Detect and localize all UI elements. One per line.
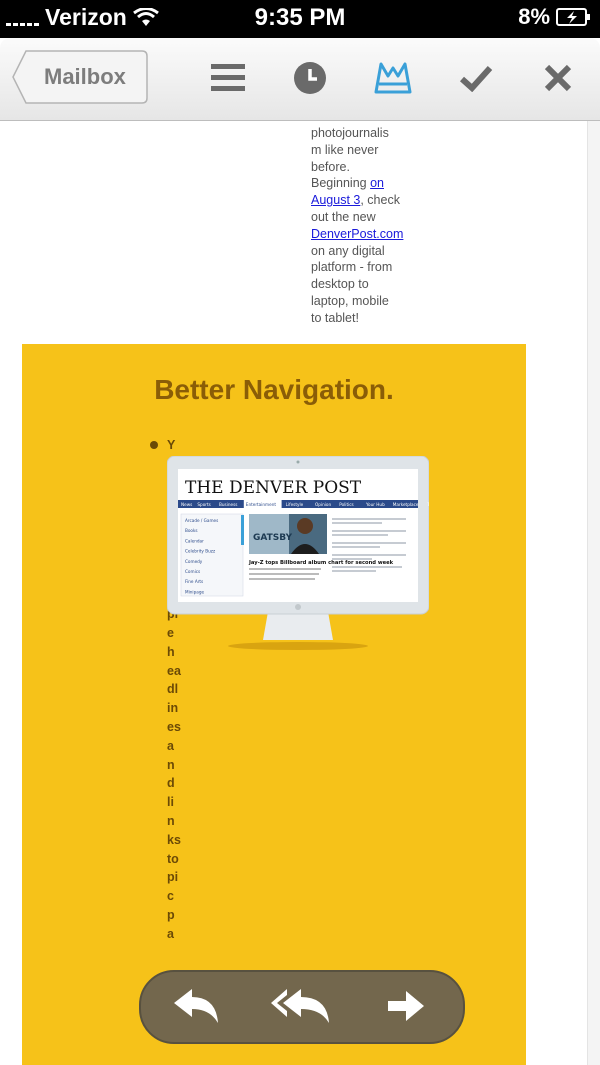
scroll-edge: [587, 121, 600, 1065]
reply-icon[interactable]: [161, 980, 231, 1032]
text-line: Beginning on: [311, 176, 384, 191]
monitor-nav-item: Entertainment: [246, 502, 277, 507]
message-actions-bar: [139, 970, 465, 1044]
mail-toolbar: Mailbox: [0, 38, 600, 121]
status-bar: Verizon 9:35 PM 8%: [0, 0, 600, 38]
monitor-sidebar-item: Fine Arts: [185, 579, 203, 584]
monitor-sidebar-item: Celebrity Buzz: [185, 549, 216, 554]
reply-all-icon[interactable]: [265, 980, 335, 1032]
date-link-cont[interactable]: August 3: [311, 193, 360, 207]
promo-text: photojournalis m like never before. Begi…: [311, 125, 407, 327]
site-link[interactable]: DenverPost.com: [311, 227, 403, 241]
bullet-dot: [150, 441, 158, 449]
text-line: DenverPost.com: [311, 226, 407, 243]
monitor-sidebar-item: Comics: [185, 569, 200, 574]
mailbox-tray-icon[interactable]: [371, 56, 415, 100]
monitor-nav-item: Business: [219, 502, 237, 507]
monitor-sidebar-item: Calendar: [185, 538, 204, 543]
battery: 8%: [518, 4, 592, 30]
text-line: m like never: [311, 142, 379, 157]
monitor-illustration: THE DENVER POST News Sports Business Entert…: [167, 456, 429, 650]
monitor-nav-item: Tr: [426, 502, 429, 507]
section-title: Better Navigation.: [154, 374, 394, 405]
email-body: photojournalis m like never before. Begi…: [10, 121, 600, 1065]
text-line: desktop to: [311, 277, 369, 292]
text-line: on any digital: [311, 243, 385, 258]
headline: Jay-Z tops Billboard album chart for sec…: [248, 560, 394, 566]
battery-charging-icon: [556, 8, 590, 26]
text-line: August 3, check: [311, 193, 400, 208]
clock-icon[interactable]: [288, 56, 332, 100]
monitor-sidebar-item: Minipage: [185, 589, 204, 594]
monitor-sidebar-item: Arcade / Games: [185, 518, 218, 523]
monitor-nav-item: Marketplace: [393, 502, 419, 507]
date-link[interactable]: on: [370, 176, 384, 190]
monitor-nav-item: Sports: [197, 502, 210, 507]
list-icon[interactable]: [206, 56, 250, 100]
monitor-nav-item: News: [181, 502, 192, 507]
text-line: laptop, mobile: [311, 293, 389, 308]
monitor-nav-item: Lifestyle: [286, 502, 304, 507]
monitor-nav-item: Politics: [339, 502, 354, 507]
photo-caption-text: GATSBY: [253, 533, 293, 543]
text-line: platform - from: [311, 260, 393, 275]
monitor-nav-item: Opinion: [315, 502, 331, 507]
navigation-section: Better Navigation. You'll find multiple …: [22, 344, 526, 1065]
text-line: out the new: [311, 209, 376, 224]
checkmark-icon[interactable]: [454, 56, 498, 100]
mailbox-back-button[interactable]: Mailbox: [12, 50, 148, 104]
text-line: photojournalis: [311, 126, 389, 140]
forward-icon[interactable]: [371, 980, 441, 1032]
masthead: THE DENVER POST: [185, 478, 362, 498]
back-button-label: Mailbox: [44, 64, 126, 89]
monitor-nav-item: Your Hub: [365, 502, 385, 507]
text-line: before.: [311, 159, 350, 174]
text-line: to tablet!: [311, 310, 359, 325]
clock-time: 9:35 PM: [254, 4, 346, 31]
battery-percent: 8%: [518, 4, 550, 29]
monitor-sidebar-item: Books: [185, 528, 198, 533]
close-icon[interactable]: [536, 56, 580, 100]
monitor-sidebar-item: Comedy: [185, 559, 203, 564]
